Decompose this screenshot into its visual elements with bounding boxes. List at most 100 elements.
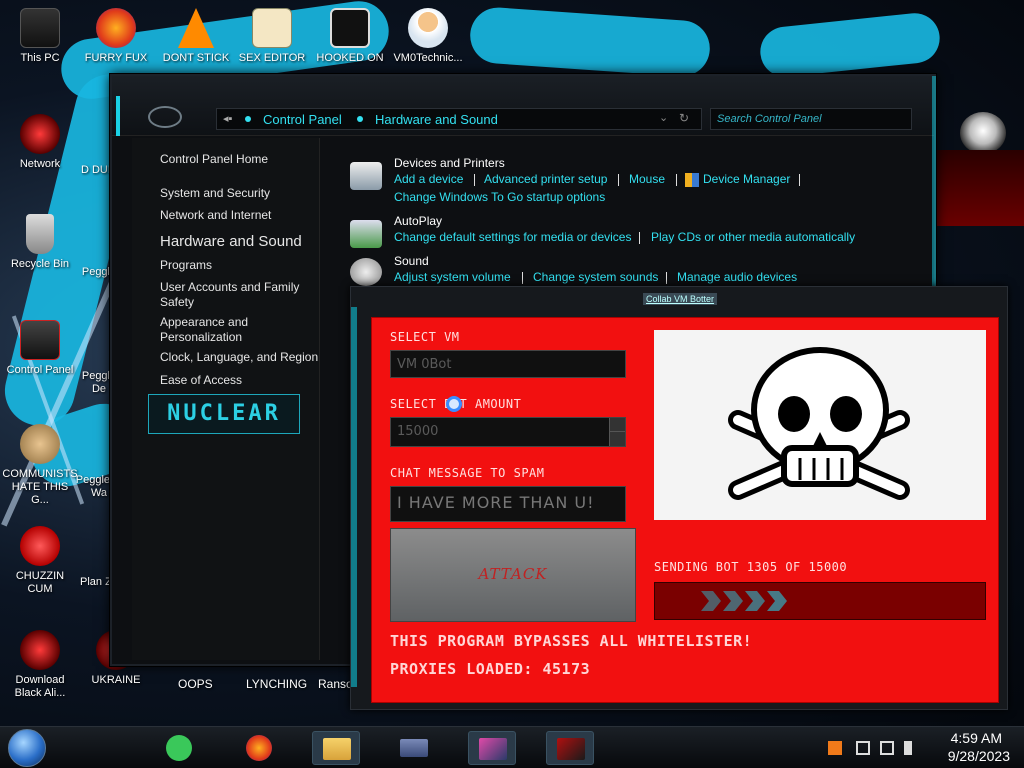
taskbar-app[interactable]	[390, 731, 438, 765]
sending-progress-bar	[654, 582, 986, 620]
control-panel-content: Devices and Printers Add a device Advanc…	[322, 138, 934, 286]
search-input[interactable]: Search Control Panel	[710, 108, 912, 130]
progress-chevron	[767, 591, 787, 611]
wallpaper-stroke	[468, 5, 712, 79]
network-icon	[20, 114, 60, 154]
breadcrumb-control-panel[interactable]: Control Panel	[263, 112, 342, 127]
link-windows-to-go[interactable]: Change Windows To Go startup options	[394, 190, 605, 204]
taskbar-spotify[interactable]	[156, 731, 204, 765]
chat-message-label: CHAT MESSAGE TO SPAM	[390, 466, 545, 480]
skull-and-crossbones-icon	[728, 347, 910, 500]
link-adjust-volume[interactable]: Adjust system volume	[394, 270, 511, 284]
desktop-icon-furry-fux[interactable]: FURRY FUX	[78, 8, 154, 65]
sidebar-item-appearance[interactable]: Appearance and Personalization	[160, 315, 320, 345]
desktop-icon-vm0technic[interactable]: VM0Technic...	[390, 8, 466, 65]
window-title[interactable]: Collab VM Botter	[643, 293, 718, 305]
refresh-icon[interactable]: ↻	[679, 111, 689, 125]
app-icon	[400, 739, 428, 757]
clock-time[interactable]: 4:59 AM	[942, 730, 1002, 746]
address-dropdown-icon[interactable]: ⌄	[659, 111, 668, 124]
firefox-icon	[96, 8, 136, 48]
desktop-icon-communists[interactable]: COMMUNISTS HATE THIS G...	[2, 424, 78, 507]
collab-vm-botter-window[interactable]: Collab VM Botter SELECT VM VM 0Bot SELEC…	[350, 286, 1008, 710]
desktop-label-ransom[interactable]: Ranso	[318, 677, 353, 691]
autoplay-icon[interactable]	[350, 220, 382, 248]
start-button[interactable]	[8, 729, 46, 767]
category-title-devices[interactable]: Devices and Printers	[394, 156, 505, 170]
busy-cursor-icon	[446, 396, 462, 412]
tray-volume-icon[interactable]	[904, 741, 918, 755]
category-title-sound[interactable]: Sound	[394, 254, 429, 268]
skull-image	[654, 330, 986, 520]
taskbar-photos[interactable]	[468, 731, 516, 765]
speaker-icon[interactable]	[350, 258, 382, 286]
attack-button[interactable]: ATTACK	[390, 528, 636, 622]
chat-message-input[interactable]: I HAVE MORE THAN U!	[390, 486, 626, 522]
bot-amount-value: 15000	[397, 424, 439, 439]
link-separator	[618, 174, 619, 186]
desktop-icon-chuzzin[interactable]: CHUZZIN CUM	[2, 526, 78, 596]
desktop-icon-hooked-on[interactable]: HOOKED ON	[312, 8, 388, 65]
sidebar-item-network-internet[interactable]: Network and Internet	[160, 208, 320, 223]
taskbar	[0, 726, 1024, 768]
window-titlebar[interactable]: ◂▪ Control Panel Hardware and Sound ⌄ ↻ …	[112, 76, 934, 136]
desktop-icon-network[interactable]: Network	[2, 114, 78, 171]
select-vm-input[interactable]: VM 0Bot	[390, 350, 626, 378]
window-logo-icon	[148, 106, 182, 128]
desktop-icon-this-pc[interactable]: This PC	[2, 8, 78, 65]
sidebar-item-clock-language[interactable]: Clock, Language, and Region	[160, 350, 320, 365]
printer-icon[interactable]	[350, 162, 382, 190]
category-title-autoplay[interactable]: AutoPlay	[394, 214, 442, 228]
link-separator	[676, 174, 677, 186]
sidebar-item-system-security[interactable]: System and Security	[160, 186, 320, 201]
desktop-label-lynching[interactable]: LYNCHING	[246, 677, 307, 691]
link-add-device[interactable]: Add a device	[394, 172, 463, 186]
link-manage-audio[interactable]: Manage audio devices	[677, 270, 797, 284]
stepper-up-button[interactable]	[609, 418, 625, 432]
link-autoplay-defaults[interactable]: Change default settings for media or dev…	[394, 230, 631, 244]
desktop-icon-sex-editor[interactable]: SEX EDITOR	[234, 8, 310, 65]
link-change-sounds[interactable]: Change system sounds	[533, 270, 658, 284]
sidebar-item-user-accounts[interactable]: User Accounts and Family Safety	[160, 280, 320, 310]
taskbar-file-explorer[interactable]	[312, 731, 360, 765]
tray-flag-icon[interactable]	[856, 741, 870, 755]
control-panel-icon	[20, 320, 60, 360]
link-separator	[799, 174, 800, 186]
recycle-bin-icon	[26, 214, 54, 254]
tray-network-icon[interactable]	[880, 741, 894, 755]
desktop-label-oops[interactable]: OOPS	[178, 677, 213, 691]
sidebar-item-home[interactable]: Control Panel Home	[160, 152, 320, 167]
stepper-down-button[interactable]	[609, 432, 625, 446]
taskbar-media[interactable]	[546, 731, 594, 765]
sidebar-item-programs[interactable]: Programs	[160, 258, 320, 273]
breadcrumb-hardware-sound[interactable]: Hardware and Sound	[375, 112, 498, 127]
address-bar[interactable]: ◂▪ Control Panel Hardware and Sound ⌄ ↻	[216, 108, 702, 130]
titlebar-accent	[116, 96, 120, 136]
clock-date[interactable]: 9/28/2023	[930, 748, 1010, 764]
select-vm-label: SELECT VM	[390, 330, 460, 344]
wallpaper-stroke	[757, 10, 943, 80]
money-bag-icon	[20, 424, 60, 464]
desktop-widget	[932, 150, 1024, 226]
sidebar-item-ease-of-access[interactable]: Ease of Access	[160, 373, 320, 388]
chuzzle-icon	[20, 526, 60, 566]
desktop-icon-download-black-alien[interactable]: Download Black Ali...	[2, 630, 78, 700]
taskbar-firefox[interactable]	[236, 731, 284, 765]
bot-panel: SELECT VM VM 0Bot SELECT BOT AMOUNT 1500…	[371, 317, 999, 703]
tray-update-icon[interactable]	[828, 741, 842, 755]
link-play-cds[interactable]: Play CDs or other media automatically	[651, 230, 855, 244]
link-advanced-printer-setup[interactable]: Advanced printer setup	[484, 172, 607, 186]
media-icon	[557, 738, 585, 760]
link-mouse[interactable]: Mouse	[629, 172, 665, 186]
alienware-logo-icon[interactable]	[960, 112, 1006, 154]
progress-fill	[701, 591, 787, 611]
desktop-icon-recycle-bin[interactable]: Recycle Bin	[2, 214, 78, 271]
spotify-icon	[166, 735, 192, 761]
link-device-manager[interactable]: Device Manager	[703, 172, 790, 186]
desktop-icon-control-panel[interactable]: Control Panel	[2, 320, 78, 377]
sidebar-item-hardware-sound[interactable]: Hardware and Sound	[160, 234, 320, 249]
bot-amount-stepper[interactable]: 15000	[390, 417, 626, 447]
link-separator	[639, 232, 640, 244]
technician-icon	[408, 8, 448, 48]
desktop-icon-dont-stick[interactable]: DONT STICK	[158, 8, 234, 65]
